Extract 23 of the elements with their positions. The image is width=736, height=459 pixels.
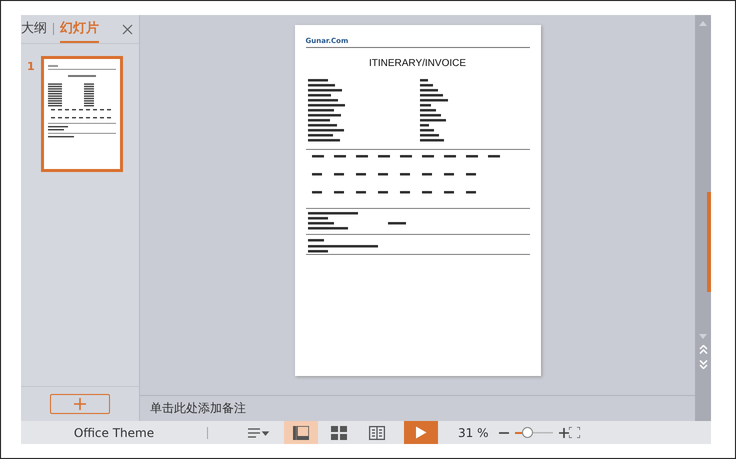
previous-page-icon[interactable]: [698, 345, 708, 354]
document-title: ITINERARY/INVOICE: [368, 58, 468, 69]
zoom-slider-thumb[interactable]: [522, 426, 533, 438]
plus-icon: [73, 397, 87, 411]
close-icon[interactable]: [122, 24, 133, 34]
zoom-percent: 31 %: [458, 426, 488, 440]
play-icon: [415, 426, 427, 439]
slide-number: 1: [27, 60, 35, 73]
grid-view-icon: [331, 426, 347, 440]
notes-menu-icon[interactable]: [248, 428, 270, 438]
fit-window-icon[interactable]: [568, 427, 580, 438]
scrollbar-thumb[interactable]: [707, 192, 711, 292]
next-page-icon[interactable]: [698, 360, 708, 369]
panel-tab[interactable]: 大纲: [21, 15, 47, 43]
theme-name: Office Theme: [72, 426, 156, 440]
play-slideshow-button[interactable]: [404, 421, 438, 444]
vertical-scrollbar[interactable]: [695, 15, 711, 421]
add-slide-button[interactable]: [50, 394, 110, 414]
reading-view-icon: [369, 426, 385, 440]
zoom-in-icon[interactable]: [558, 428, 568, 438]
slide-thumbnail[interactable]: [40, 56, 123, 172]
normal-view-icon: [293, 426, 309, 440]
view-button[interactable]: [284, 421, 318, 444]
